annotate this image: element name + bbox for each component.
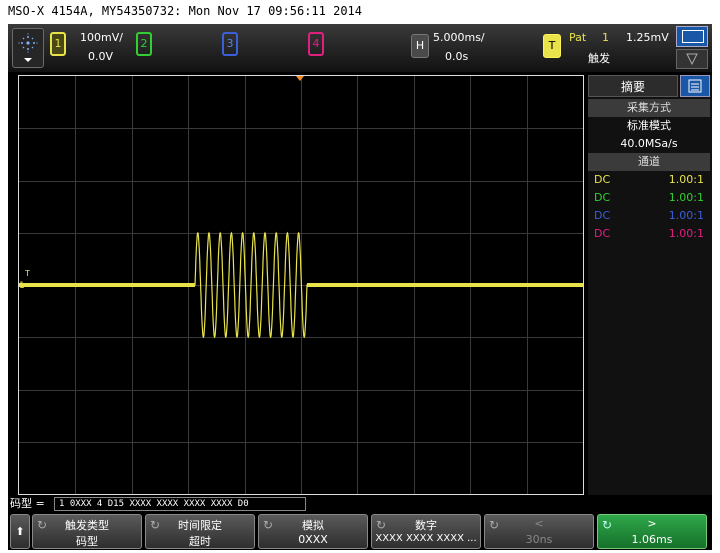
channel-2-row: DC 1.00:1 <box>588 189 710 207</box>
less-than-softkey[interactable]: ↻ < 30ns <box>484 514 594 549</box>
window-title: MSO-X 4154A, MY54350732: Mon Nov 17 09:5… <box>0 0 720 22</box>
time-qualifier-value: 超时 <box>189 535 211 548</box>
acquisition-header: 采集方式 <box>588 99 710 117</box>
channel-2-coupling: DC <box>594 191 611 204</box>
list-icon <box>688 79 702 93</box>
dropdown-arrow-icon <box>24 58 32 62</box>
less-than-title: < <box>534 517 544 530</box>
trigger-type-title: 触发类型 <box>65 519 109 532</box>
sparkle-icon <box>18 33 38 62</box>
channel-4-row: DC 1.00:1 <box>588 225 710 243</box>
channel-2-button[interactable]: 2 <box>136 32 152 56</box>
greater-than-softkey[interactable]: ↻ > 1.06ms <box>597 514 707 549</box>
channel-1-coupling: DC <box>594 173 611 186</box>
pattern-label: 码型 = <box>10 497 45 510</box>
digital-softkey[interactable]: ↻ 数字 XXXX XXXX XXXX ... <box>371 514 481 549</box>
trigger-type-value: 码型 <box>76 535 98 548</box>
noise-band-left <box>19 283 195 287</box>
greater-than-value: 1.06ms <box>631 533 673 546</box>
ch1-offset: 0.0V <box>88 50 114 63</box>
pattern-bar: 码型 = 1 0XXX 4 D15 XXXX XXXX XXXX XXXX D0 <box>8 496 712 512</box>
digital-title: 数字 <box>415 519 437 532</box>
channel-header: 通道 <box>588 153 710 171</box>
trigger-level: 1.25mV <box>626 31 669 44</box>
channel-4-coupling: DC <box>594 227 611 240</box>
digital-value: XXXX XXXX XXXX ... <box>375 533 477 544</box>
scope-display: 1 100mV/ 0.0V 2 3 4 H 5.000ms/ 0.0s T Pa… <box>8 24 712 550</box>
panel-menu-button[interactable] <box>680 75 710 97</box>
less-than-value: 30ns <box>525 533 553 546</box>
channel-3-button[interactable]: 3 <box>222 32 238 56</box>
summary-panel: 摘要 采集方式 标准模式 40.0MSa/s 通道 DC 1.00:1 DC 1.0… <box>588 75 712 495</box>
menu-logo-button[interactable] <box>12 28 44 68</box>
trigger-channel: 1 <box>602 31 609 44</box>
analog-softkey[interactable]: ↻ 模拟 0XXX <box>258 514 368 549</box>
trigger-position-marker <box>296 76 304 81</box>
display-screen-icon[interactable] <box>676 26 708 47</box>
channel-4-probe-ratio: 1.00:1 <box>668 227 704 240</box>
waveform-grid[interactable]: 1 T <box>18 75 584 495</box>
trigger-type-softkey[interactable]: ↻ 触发类型 码型 <box>32 514 142 549</box>
channel-1-ground-marker[interactable]: 1 <box>19 281 25 291</box>
channel-3-row: DC 1.00:1 <box>588 207 710 225</box>
channel-1-probe-ratio: 1.00:1 <box>668 173 704 186</box>
acquisition-mode: 标准模式 <box>588 117 710 135</box>
horizontal-scale: 5.000ms/ <box>433 31 485 44</box>
analog-title: 模拟 <box>302 519 324 532</box>
greater-than-title: > <box>647 517 657 530</box>
time-qualifier-title: 时间限定 <box>178 519 222 532</box>
channel-1-button[interactable]: 1 <box>50 32 66 56</box>
noise-band-right <box>307 283 583 287</box>
pattern-value: 1 0XXX 4 D15 XXXX XXXX XXXX XXXX D0 <box>54 497 306 511</box>
ch1-scale: 100mV/ <box>80 31 123 44</box>
trigger-level-marker[interactable]: T <box>25 269 30 279</box>
trigger-mode: 触发 <box>588 52 610 65</box>
channel-2-probe-ratio: 1.00:1 <box>668 191 704 204</box>
softkey-bar: ⬆ ↻ 触发类型 码型 ↻ 时间限定 超时 ↻ 模拟 0XXX ↻ 数字 XXX… <box>8 513 712 550</box>
channel-3-probe-ratio: 1.00:1 <box>668 209 704 222</box>
channel-1-row: DC 1.00:1 <box>588 171 710 189</box>
summary-tab[interactable]: 摘要 <box>588 75 678 97</box>
horizontal-delay: 0.0s <box>445 50 469 63</box>
channel-3-coupling: DC <box>594 209 611 222</box>
horizontal-button[interactable]: H <box>411 34 429 58</box>
time-qualifier-softkey[interactable]: ↻ 时间限定 超时 <box>145 514 255 549</box>
back-button[interactable]: ⬆ <box>10 514 30 549</box>
sample-rate: 40.0MSa/s <box>588 135 710 153</box>
top-control-bar: 1 100mV/ 0.0V 2 3 4 H 5.000ms/ 0.0s T Pa… <box>8 24 712 72</box>
run-control-icon[interactable] <box>676 49 708 69</box>
trigger-type: Pat <box>569 31 587 44</box>
channel-4-button[interactable]: 4 <box>308 32 324 56</box>
trigger-button[interactable]: T <box>543 34 561 58</box>
analog-value: 0XXX <box>298 533 328 546</box>
